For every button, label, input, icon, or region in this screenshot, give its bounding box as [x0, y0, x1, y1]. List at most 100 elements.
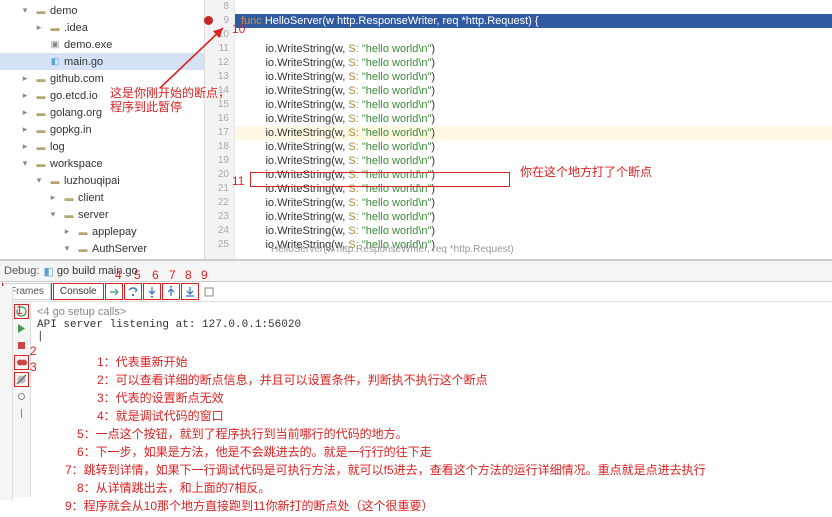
top-pane: ▾▬demo▸▬.idea▣demo.exe◧main.go▸▬github.c…: [0, 0, 832, 260]
gutter-line-18[interactable]: 18: [205, 140, 229, 154]
gutter-line-17[interactable]: 17: [205, 126, 229, 140]
tree-item-main-go[interactable]: ◧main.go: [0, 53, 204, 70]
code-line-16[interactable]: io.WriteString(w, S: "hello world\n"): [235, 112, 832, 126]
code-line-9[interactable]: func HelloServer(w http.ResponseWriter, …: [235, 14, 832, 28]
go-file-icon: ◧: [90, 259, 104, 260]
note-line-5: 5：一点这个按钮，就到了程序执行到当前哪行的代码的地方。: [37, 425, 826, 443]
gutter-line-8[interactable]: 8: [205, 0, 229, 14]
gutter-line-14[interactable]: 14: [205, 84, 229, 98]
gutter-line-21[interactable]: 21: [205, 182, 229, 196]
gutter-line-12[interactable]: 12: [205, 56, 229, 70]
tree-item-demo-exe[interactable]: ▣demo.exe: [0, 36, 204, 53]
code-line-18[interactable]: io.WriteString(w, S: "hello world\n"): [235, 140, 832, 154]
chevron-icon: ▸: [18, 123, 32, 137]
code-line-17[interactable]: io.WriteString(w, S: "hello world\n"): [235, 126, 832, 140]
code-line-12[interactable]: io.WriteString(w, S: "hello world\n"): [235, 56, 832, 70]
folder-icon: ▬: [34, 4, 48, 18]
code-line-8[interactable]: [235, 0, 832, 14]
tree-item-golang-org[interactable]: ▸▬golang.org: [0, 104, 204, 121]
chevron-icon: [32, 55, 46, 69]
gutter-line-23[interactable]: 23: [205, 210, 229, 224]
gutter-line-24[interactable]: 24: [205, 224, 229, 238]
folder-icon: ▬: [34, 106, 48, 120]
tree-item-github-com[interactable]: ▸▬github.com: [0, 70, 204, 87]
tree-item-authserver[interactable]: ▾▬AuthServer: [0, 240, 204, 257]
project-file-tree[interactable]: ▾▬demo▸▬.idea▣demo.exe◧main.go▸▬github.c…: [0, 0, 205, 259]
tree-item-gopkg-in[interactable]: ▸▬gopkg.in: [0, 121, 204, 138]
tree-item-label: AuthServer: [92, 243, 147, 255]
stop-button[interactable]: [14, 338, 29, 353]
gutter-line-25[interactable]: 25: [205, 238, 229, 252]
code-area[interactable]: func HelloServer(w http.ResponseWriter, …: [235, 0, 832, 259]
evaluate-expression-button[interactable]: [200, 283, 218, 300]
gutter-line-19[interactable]: 19: [205, 154, 229, 168]
code-line-13[interactable]: io.WriteString(w, S: "hello world\n"): [235, 70, 832, 84]
code-line-14[interactable]: io.WriteString(w, S: "hello world\n"): [235, 84, 832, 98]
breakpoint-icon[interactable]: [204, 16, 213, 25]
tree-item-label: github.com: [50, 73, 104, 85]
step-out-button[interactable]: [162, 283, 180, 300]
code-line-21[interactable]: io.WriteString(w, S: "hello world\n"): [235, 182, 832, 196]
tree-item-server[interactable]: ▾▬server: [0, 206, 204, 223]
gutter-line-9[interactable]: 9: [205, 14, 229, 28]
tool-window-strip[interactable]: [0, 286, 13, 500]
tree-item-client[interactable]: ▸▬client: [0, 189, 204, 206]
code-line-19[interactable]: io.WriteString(w, S: "hello world\n"): [235, 154, 832, 168]
gutter-line-16[interactable]: 16: [205, 112, 229, 126]
folder-icon: ▬: [48, 21, 62, 35]
code-line-15[interactable]: io.WriteString(w, S: "hello world\n"): [235, 98, 832, 112]
gutter-line-15[interactable]: 15: [205, 98, 229, 112]
gutter-line-22[interactable]: 22: [205, 196, 229, 210]
view-breakpoints-button[interactable]: [14, 355, 29, 370]
tree-item-log[interactable]: ▸▬log: [0, 138, 204, 155]
chevron-icon: ▸: [18, 72, 32, 86]
note-line-3: 3：代表的设置断点无效: [37, 389, 826, 407]
console-tab-button[interactable]: Console: [53, 283, 104, 300]
code-editor[interactable]: 8910111213141516171819202122232425 func …: [205, 0, 832, 259]
gutter-line-20[interactable]: 20: [205, 168, 229, 182]
rerun-button[interactable]: [14, 304, 29, 319]
pin-button[interactable]: [14, 406, 29, 421]
gutter-line-13[interactable]: 13: [205, 70, 229, 84]
tree-item-go-etcd-io[interactable]: ▸▬go.etcd.io: [0, 87, 204, 104]
show-execution-point-button[interactable]: [105, 283, 123, 300]
debug-toolbar: Frames Console: [0, 282, 832, 302]
tree-item-label: demo: [50, 5, 78, 17]
code-line-11[interactable]: io.WriteString(w, S: "hello world\n"): [235, 42, 832, 56]
tree-item-authserver-go[interactable]: ◧AuthServer.go: [0, 257, 204, 259]
code-line-24[interactable]: io.WriteString(w, S: "hello world\n"): [235, 224, 832, 238]
code-line-20[interactable]: io.WriteString(w, S: "hello world\n"): [235, 168, 832, 182]
debug-side-toolbar: [13, 302, 31, 497]
code-line-23[interactable]: io.WriteString(w, S: "hello world\n"): [235, 210, 832, 224]
gutter-line-11[interactable]: 11: [205, 42, 229, 56]
mute-breakpoints-button[interactable]: [14, 372, 29, 387]
console-output[interactable]: <4 go setup calls> API server listening …: [31, 302, 832, 497]
tree-item-label: applepay: [92, 226, 137, 238]
step-into-button[interactable]: [143, 283, 161, 300]
run-to-cursor-button[interactable]: [181, 283, 199, 300]
tree-item-label: client: [78, 192, 104, 204]
tree-item--idea[interactable]: ▸▬.idea: [0, 19, 204, 36]
tree-item-workspace[interactable]: ▾▬workspace: [0, 155, 204, 172]
run-config[interactable]: ◧ go build main.go: [43, 265, 137, 278]
gutter-line-10[interactable]: 10: [205, 28, 229, 42]
step-over-button[interactable]: [124, 283, 142, 300]
debug-bar: Debug: ◧ go build main.go: [0, 260, 832, 282]
chevron-icon: ▾: [46, 208, 60, 222]
tree-item-applepay[interactable]: ▸▬applepay: [0, 223, 204, 240]
settings-button[interactable]: [14, 389, 29, 404]
setup-calls-line: <4 go setup calls>: [37, 306, 126, 318]
editor-gutter[interactable]: 8910111213141516171819202122232425: [205, 0, 235, 259]
tree-item-luzhouqipai[interactable]: ▾▬luzhouqipai: [0, 172, 204, 189]
go-icon: ◧: [43, 265, 53, 278]
run-config-label: go build main.go: [57, 265, 138, 277]
tree-item-demo[interactable]: ▾▬demo: [0, 2, 204, 19]
resume-button[interactable]: [14, 321, 29, 336]
console-pane: <4 go setup calls> API server listening …: [0, 302, 832, 497]
tree-item-label: server: [78, 209, 109, 221]
code-line-22[interactable]: io.WriteString(w, S: "hello world\n"): [235, 196, 832, 210]
debug-label: Debug:: [4, 265, 39, 277]
code-line-10[interactable]: [235, 28, 832, 42]
exe-file-icon: ▣: [48, 38, 62, 52]
folder-icon: ▬: [62, 208, 76, 222]
